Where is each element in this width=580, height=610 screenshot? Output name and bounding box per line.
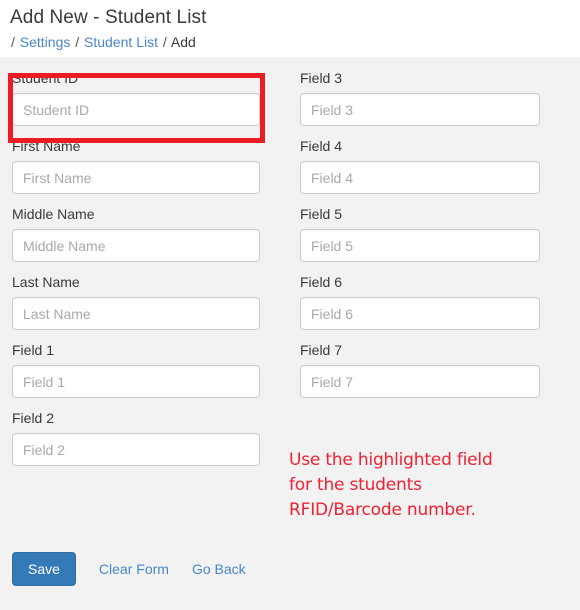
field-group-field-3: Field 3 [300, 69, 580, 126]
student-form: Student ID First Name Middle Name Last N… [0, 57, 580, 477]
breadcrumb-item-student-list[interactable]: Student List [84, 34, 158, 50]
field-group-field-5: Field 5 [300, 205, 580, 262]
breadcrumb-item-settings[interactable]: Settings [20, 34, 71, 50]
breadcrumb-separator: / [75, 34, 80, 50]
field-group-middle-name: Middle Name [12, 205, 290, 262]
label-field-5: Field 5 [300, 206, 343, 222]
annotation-line-3: RFID/Barcode number. [289, 500, 476, 520]
label-field-7: Field 7 [300, 342, 343, 358]
input-field-7[interactable] [300, 365, 540, 398]
field-group-field-2: Field 2 [12, 409, 290, 466]
go-back-link[interactable]: Go Back [192, 560, 246, 578]
input-first-name[interactable] [12, 161, 260, 194]
field-group-last-name: Last Name [12, 273, 290, 330]
breadcrumb-item-add: Add [170, 34, 196, 50]
save-button[interactable]: Save [12, 552, 76, 586]
label-field-3: Field 3 [300, 70, 343, 86]
form-column-right: Field 3 Field 4 Field 5 Field 6 Field 7 [290, 69, 580, 409]
input-field-6[interactable] [300, 297, 540, 330]
form-column-left: Student ID First Name Middle Name Last N… [0, 69, 290, 477]
annotation-line-2: for the students [289, 475, 422, 495]
form-actions: Save Clear Form Go Back [12, 552, 246, 586]
field-group-first-name: First Name [12, 137, 290, 194]
breadcrumb-separator: / [162, 34, 167, 50]
field-group-field-4: Field 4 [300, 137, 580, 194]
page-header: Add New - Student List / Settings / Stud… [0, 0, 580, 57]
label-field-1: Field 1 [12, 342, 55, 358]
breadcrumb-separator: / [11, 34, 15, 50]
label-field-2: Field 2 [12, 410, 55, 426]
input-last-name[interactable] [12, 297, 260, 330]
form-columns: Student ID First Name Middle Name Last N… [0, 69, 580, 477]
page-title: Add New - Student List [10, 7, 207, 28]
input-field-4[interactable] [300, 161, 540, 194]
input-field-5[interactable] [300, 229, 540, 262]
clear-form-link[interactable]: Clear Form [99, 560, 169, 578]
field-group-student-id: Student ID [12, 69, 290, 126]
input-field-1[interactable] [12, 365, 260, 398]
label-student-id: Student ID [12, 70, 79, 86]
input-field-3[interactable] [300, 93, 540, 126]
label-middle-name: Middle Name [12, 206, 95, 222]
label-field-6: Field 6 [300, 274, 343, 290]
label-last-name: Last Name [12, 274, 80, 290]
breadcrumb: / Settings / Student List / Add [10, 32, 580, 52]
annotation-text: Use the highlighted field for the studen… [289, 448, 559, 523]
label-first-name: First Name [12, 138, 81, 154]
input-middle-name[interactable] [12, 229, 260, 262]
field-group-field-1: Field 1 [12, 341, 290, 398]
annotation-line-1: Use the highlighted field [289, 450, 493, 470]
label-field-4: Field 4 [300, 138, 343, 154]
field-group-field-7: Field 7 [300, 341, 580, 398]
field-group-field-6: Field 6 [300, 273, 580, 330]
input-field-2[interactable] [12, 433, 260, 466]
input-student-id[interactable] [12, 93, 260, 126]
